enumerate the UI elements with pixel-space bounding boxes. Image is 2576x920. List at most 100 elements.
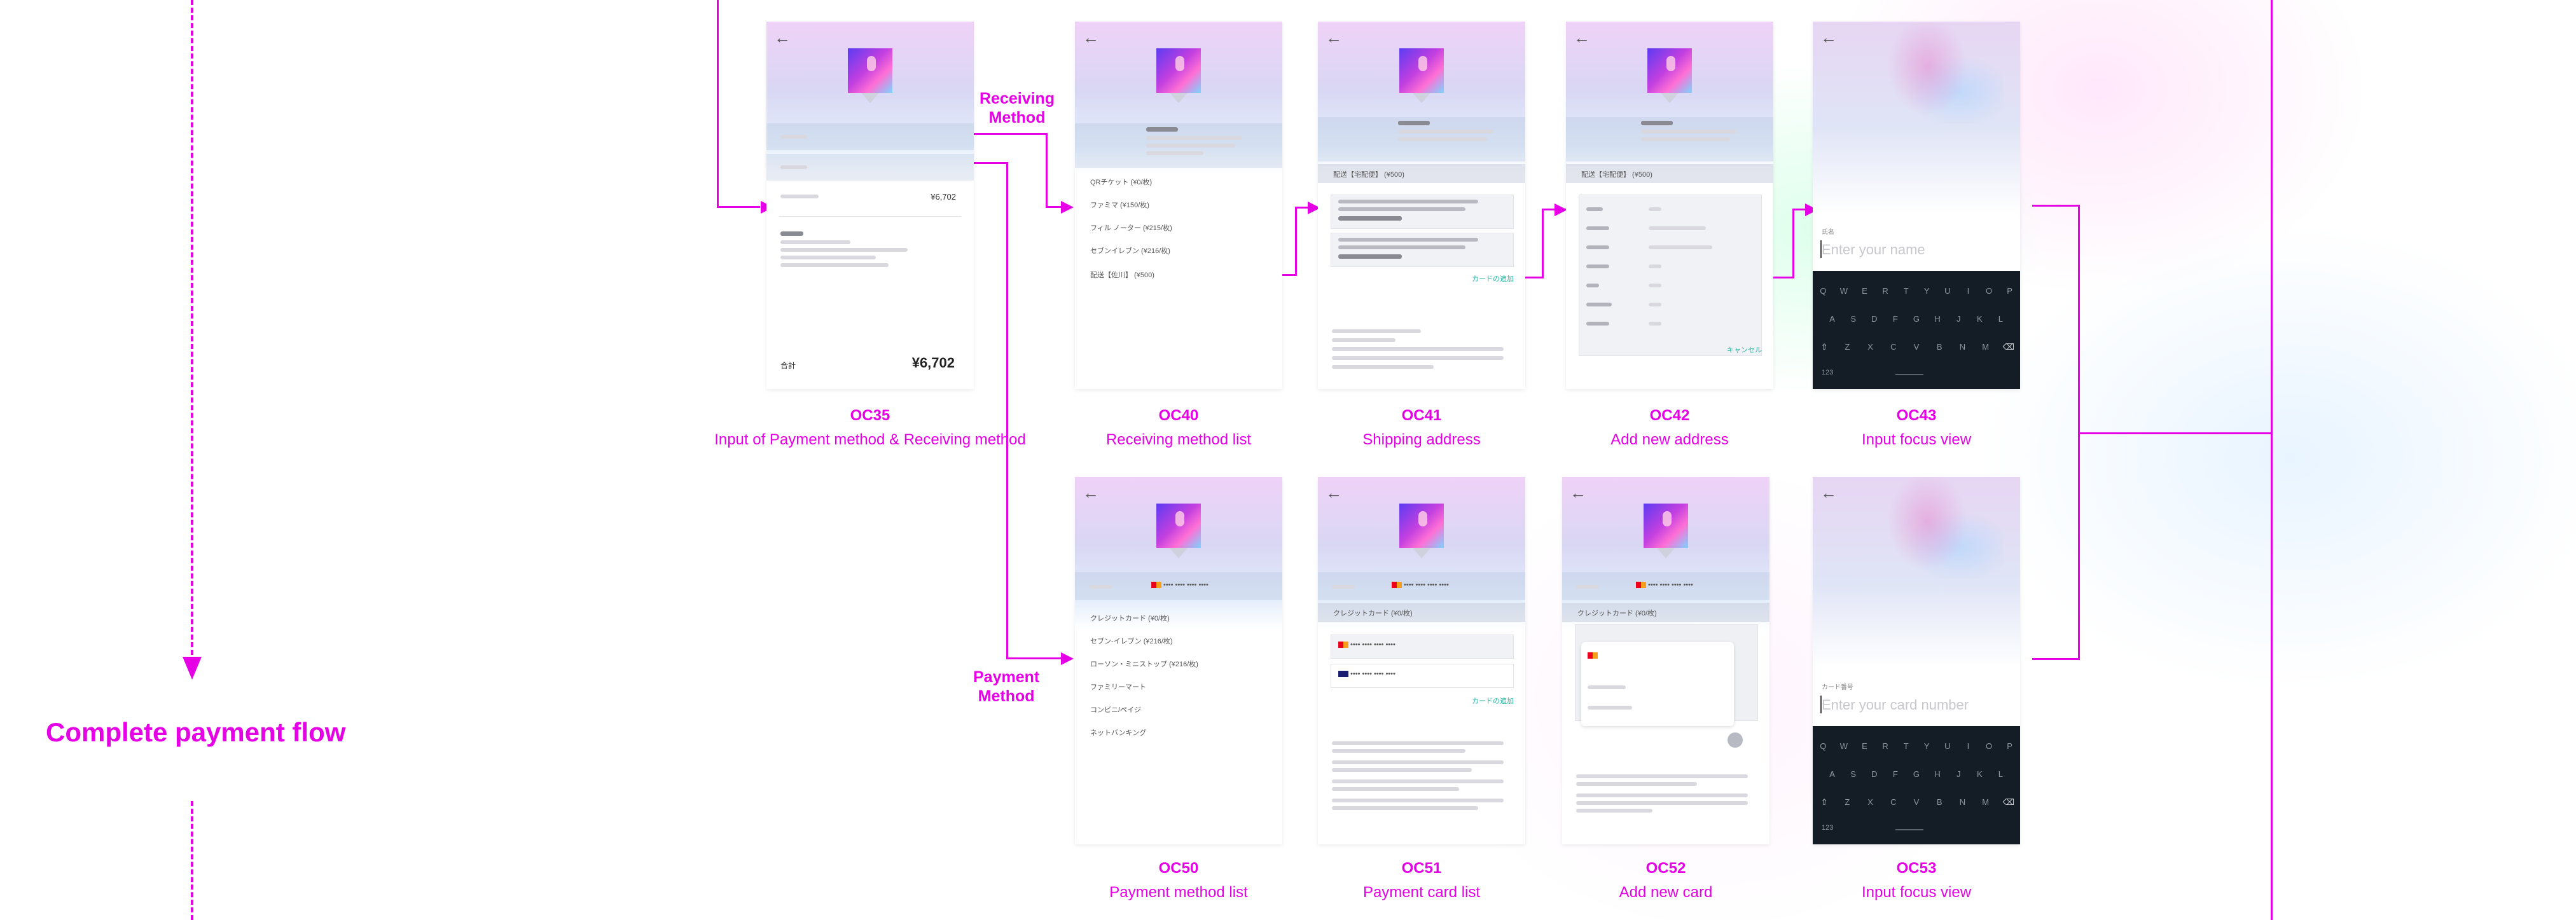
key[interactable]: C xyxy=(1887,342,1900,352)
back-arrow-icon[interactable]: ← xyxy=(1570,484,1586,501)
backspace-key-icon[interactable]: ⌫ xyxy=(2002,797,2015,807)
key[interactable]: Q xyxy=(1817,741,1829,751)
key[interactable]: K xyxy=(1973,769,1986,779)
key[interactable]: U xyxy=(1941,741,1954,751)
key[interactable]: I xyxy=(1962,741,1974,751)
receiving-option[interactable]: フィル ノーター (¥215/枚) xyxy=(1090,223,1172,233)
key[interactable]: P xyxy=(2004,741,2016,751)
back-arrow-icon[interactable]: ← xyxy=(1820,29,1837,46)
key[interactable]: B xyxy=(1933,342,1946,352)
key[interactable]: D xyxy=(1868,769,1881,779)
key[interactable]: H xyxy=(1931,314,1944,324)
back-arrow-icon[interactable]: ← xyxy=(1820,484,1837,501)
key[interactable]: Q xyxy=(1817,286,1829,296)
form-input-line[interactable] xyxy=(1649,322,1661,326)
key[interactable]: S xyxy=(1847,314,1860,324)
key[interactable]: X xyxy=(1864,797,1877,807)
numbers-key[interactable]: 123 xyxy=(1822,369,1833,376)
form-input-line[interactable] xyxy=(1649,303,1661,306)
key[interactable]: A xyxy=(1826,314,1839,324)
key[interactable]: F xyxy=(1889,314,1902,324)
card-number-input[interactable]: Enter your card number xyxy=(1822,697,1969,713)
receiving-option[interactable]: セブンイレブン (¥216/枚) xyxy=(1090,245,1170,256)
key[interactable]: R xyxy=(1879,741,1892,751)
cancel-link[interactable]: キャンセル xyxy=(1727,345,1762,355)
numbers-key[interactable]: 123 xyxy=(1822,824,1833,832)
key[interactable]: M xyxy=(1979,342,1992,352)
back-arrow-icon[interactable]: ← xyxy=(1083,484,1099,501)
key[interactable]: Y xyxy=(1920,741,1933,751)
card-field-line[interactable] xyxy=(1588,706,1632,710)
receiving-option[interactable]: ファミマ (¥150/枚) xyxy=(1090,200,1149,210)
name-input[interactable]: Enter your name xyxy=(1822,242,1925,258)
key[interactable]: V xyxy=(1910,342,1923,352)
form-input-line[interactable] xyxy=(1649,226,1706,230)
key[interactable]: N xyxy=(1956,797,1969,807)
key[interactable]: X xyxy=(1864,342,1877,352)
key[interactable]: S xyxy=(1847,769,1860,779)
form-input-line[interactable] xyxy=(1649,264,1661,268)
payment-option[interactable]: コンビニ/ペイジ xyxy=(1090,704,1141,715)
ticket-price: ¥6,702 xyxy=(931,192,956,202)
key[interactable]: D xyxy=(1868,314,1881,324)
key[interactable]: J xyxy=(1952,769,1965,779)
key[interactable]: I xyxy=(1962,286,1974,296)
receiving-option[interactable]: QRチケット (¥0/枚) xyxy=(1090,177,1152,187)
key[interactable]: O xyxy=(1983,286,1995,296)
backspace-key-icon[interactable]: ⌫ xyxy=(2002,342,2015,352)
add-address-link[interactable]: カードの追加 xyxy=(1472,273,1514,284)
key[interactable]: L xyxy=(1994,314,2007,324)
key[interactable]: F xyxy=(1889,769,1902,779)
card-field-line[interactable] xyxy=(1588,685,1626,689)
key[interactable]: K xyxy=(1973,314,1986,324)
form-input-line[interactable] xyxy=(1649,245,1712,249)
shift-key-icon[interactable]: ⇧ xyxy=(1818,342,1831,352)
form-input-line[interactable] xyxy=(1649,207,1661,211)
payment-option[interactable]: クレジットカード (¥0/枚) xyxy=(1090,613,1170,623)
key[interactable]: W xyxy=(1838,741,1850,751)
form-input-line[interactable] xyxy=(1649,284,1661,287)
key[interactable]: Z xyxy=(1841,342,1853,352)
back-arrow-icon[interactable]: ← xyxy=(774,29,791,46)
key[interactable]: B xyxy=(1933,797,1946,807)
key[interactable]: O xyxy=(1983,741,1995,751)
key[interactable]: T xyxy=(1900,286,1913,296)
key[interactable]: V xyxy=(1910,797,1923,807)
key[interactable]: W xyxy=(1838,286,1850,296)
payment-option[interactable]: セブン-イレブン (¥216/枚) xyxy=(1090,636,1173,646)
screen-caption-oc53: Input focus view xyxy=(1861,884,1972,901)
key[interactable]: Y xyxy=(1920,286,1933,296)
back-arrow-icon[interactable]: ← xyxy=(1083,29,1099,46)
key[interactable]: T xyxy=(1900,741,1913,751)
space-bar[interactable] xyxy=(1895,374,1923,375)
key[interactable]: L xyxy=(1994,769,2007,779)
key[interactable]: Z xyxy=(1841,797,1853,807)
back-arrow-icon[interactable]: ← xyxy=(1326,29,1342,46)
add-card-link[interactable]: カードの追加 xyxy=(1472,696,1514,706)
receiving-option[interactable]: 配送【佐川】 (¥500) xyxy=(1090,270,1154,280)
key[interactable]: C xyxy=(1887,797,1900,807)
key[interactable]: M xyxy=(1979,797,1992,807)
card-scan-icon[interactable] xyxy=(1728,732,1743,748)
key[interactable]: R xyxy=(1879,286,1892,296)
key[interactable]: G xyxy=(1910,769,1923,779)
key[interactable]: E xyxy=(1858,741,1871,751)
new-card-form[interactable] xyxy=(1581,642,1734,726)
payment-option[interactable]: ファミリーマート xyxy=(1090,682,1146,692)
key[interactable]: U xyxy=(1941,286,1954,296)
key[interactable]: N xyxy=(1956,342,1969,352)
keyboard-row: A S D F G H J K L xyxy=(1813,314,2020,324)
key[interactable]: H xyxy=(1931,769,1944,779)
shift-key-icon[interactable]: ⇧ xyxy=(1818,797,1831,807)
back-arrow-icon[interactable]: ← xyxy=(1326,484,1342,501)
key[interactable]: J xyxy=(1952,314,1965,324)
key[interactable]: P xyxy=(2004,286,2016,296)
artwork-faded xyxy=(1851,477,2004,579)
payment-option[interactable]: ネットバンキング xyxy=(1090,727,1146,738)
key[interactable]: E xyxy=(1858,286,1871,296)
key[interactable]: G xyxy=(1910,314,1923,324)
space-bar[interactable] xyxy=(1895,829,1923,830)
back-arrow-icon[interactable]: ← xyxy=(1574,29,1590,46)
key[interactable]: A xyxy=(1826,769,1839,779)
payment-option[interactable]: ローソン・ミニストップ (¥216/枚) xyxy=(1090,659,1198,669)
